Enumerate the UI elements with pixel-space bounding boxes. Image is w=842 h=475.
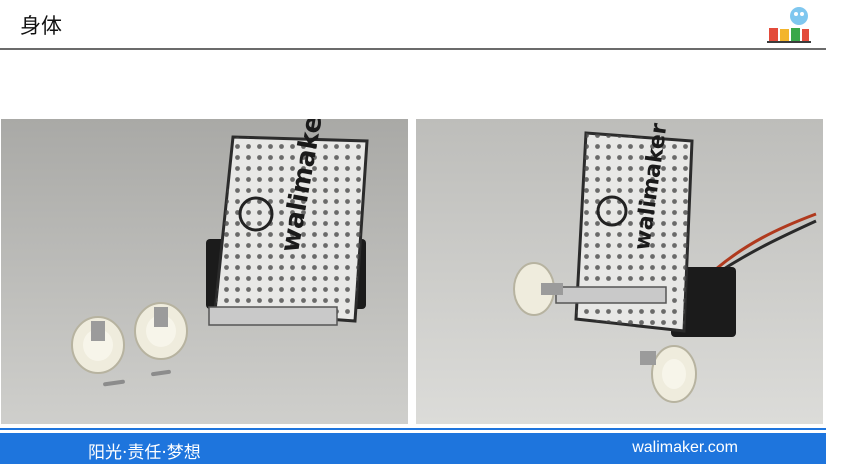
footer-website: walimaker.com bbox=[632, 439, 738, 456]
photo-body-assembled: walimaker bbox=[416, 119, 823, 424]
footer-slogan: 阳光·责任·梦想 bbox=[88, 443, 201, 463]
page-title: 身体 bbox=[20, 14, 62, 38]
photo-body-parts: walimaker bbox=[1, 119, 408, 424]
walimaker-logo bbox=[767, 7, 811, 43]
footer-divider bbox=[0, 428, 826, 430]
footer-bar: 阳光·责任·梦想 walimaker.com bbox=[0, 433, 826, 464]
header-divider bbox=[0, 48, 826, 50]
